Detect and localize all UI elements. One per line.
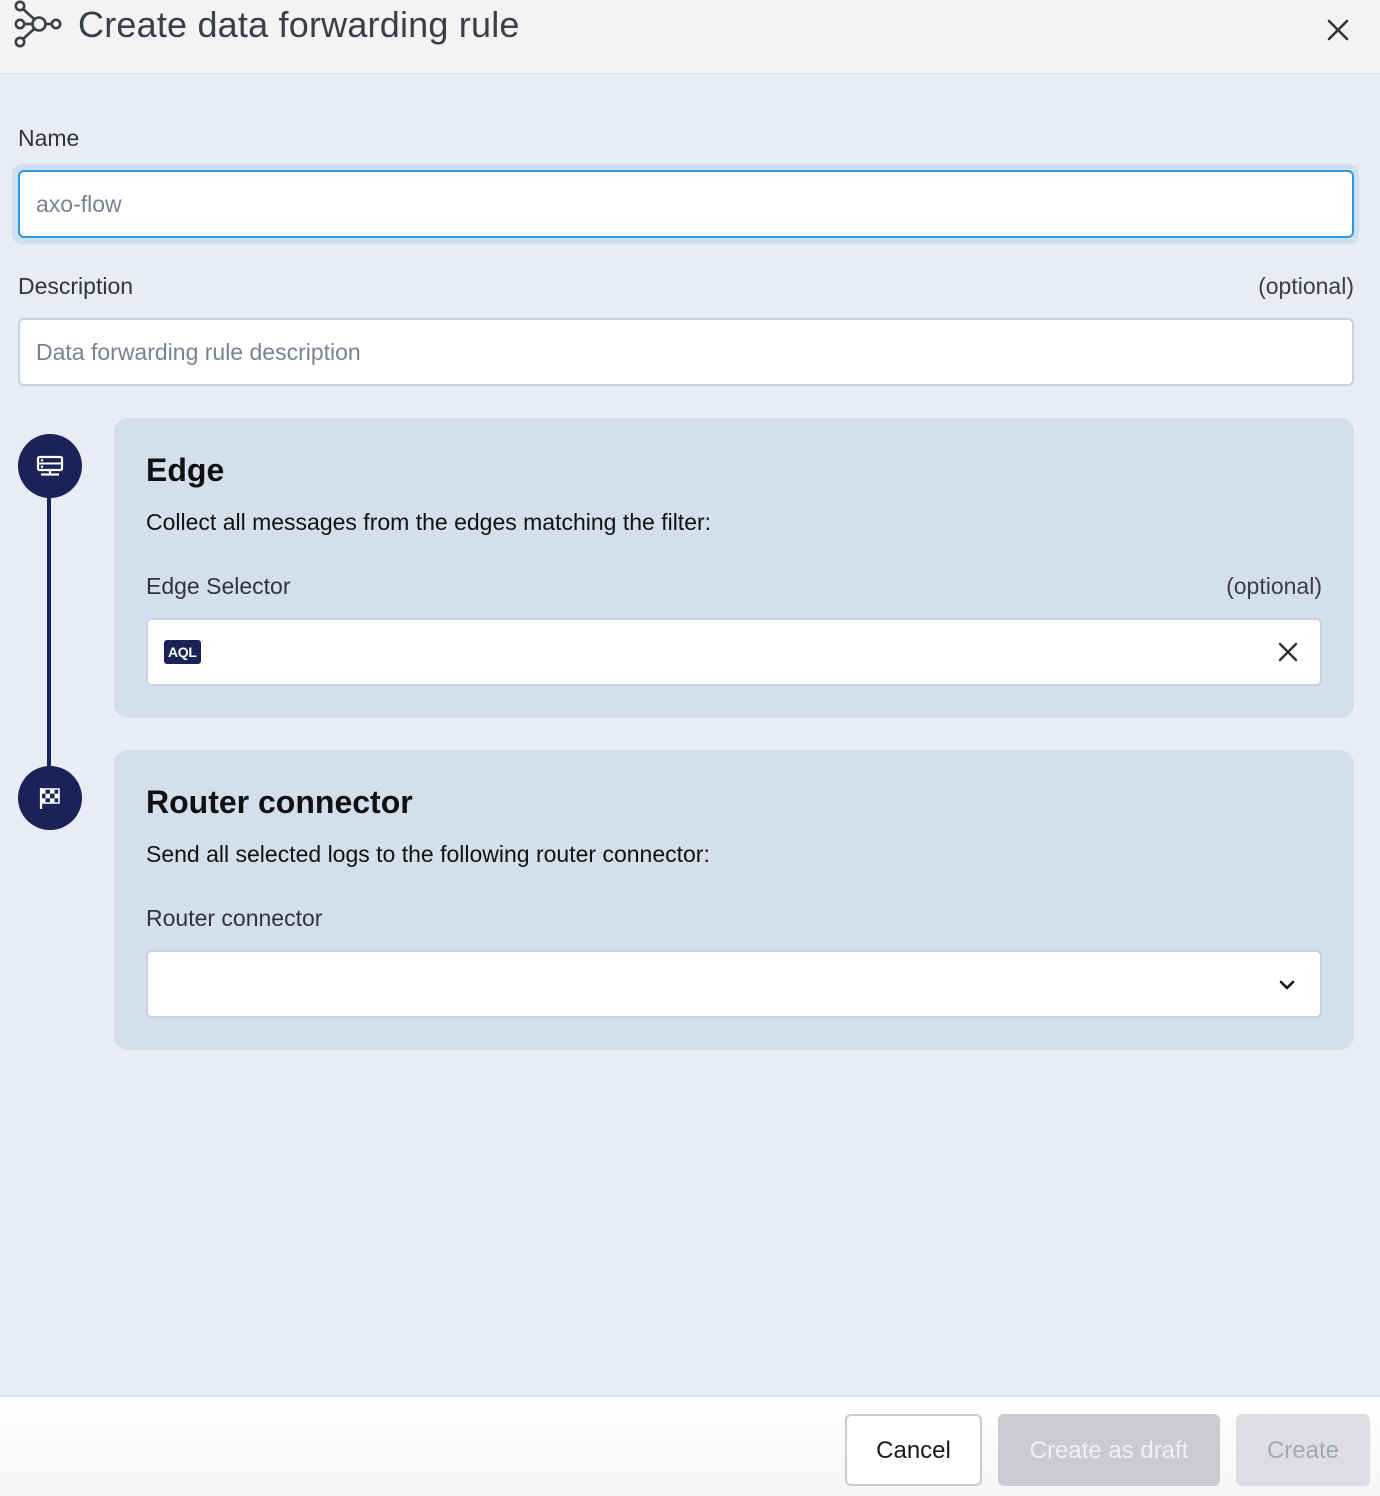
description-label: Description <box>18 273 134 299</box>
edge-step-card: Edge Collect all messages from the edges… <box>114 418 1354 718</box>
name-label: Name <box>18 125 80 151</box>
router-step-marker <box>18 766 82 830</box>
create-as-draft-button[interactable]: Create as draft <box>998 1414 1220 1486</box>
description-input[interactable] <box>18 318 1354 386</box>
aql-badge: AQL <box>164 640 201 664</box>
checkered-flag-icon <box>39 788 60 809</box>
router-step-title: Router connector <box>146 784 413 820</box>
router-step-description: Send all selected logs to the following … <box>146 841 710 867</box>
edge-selector-optional-label: (optional) <box>1226 573 1322 599</box>
description-optional-label: (optional) <box>1258 273 1354 299</box>
steps-timeline <box>47 470 51 800</box>
flow-nodes-icon <box>14 0 62 48</box>
name-input[interactable] <box>18 170 1354 238</box>
router-connector-label: Router connector <box>146 905 323 931</box>
clear-icon[interactable] <box>1276 640 1300 664</box>
cancel-button[interactable]: Cancel <box>845 1414 982 1486</box>
edge-selector-input[interactable]: AQL <box>146 618 1322 686</box>
edge-step-title: Edge <box>146 452 225 488</box>
dialog-title: Create data forwarding rule <box>78 4 520 45</box>
edge-server-icon <box>36 455 64 476</box>
close-icon[interactable] <box>1324 16 1352 44</box>
router-step-card: Router connector Send all selected logs … <box>114 750 1354 1050</box>
edge-step-description: Collect all messages from the edges matc… <box>146 509 712 535</box>
create-button[interactable]: Create <box>1236 1414 1370 1486</box>
dialog-header: Create data forwarding rule <box>0 0 1380 74</box>
dialog-footer: Cancel Create as draft Create <box>0 1395 1380 1496</box>
router-connector-select[interactable] <box>146 950 1322 1018</box>
edge-step-marker <box>18 434 82 498</box>
chevron-down-icon[interactable] <box>1276 974 1298 996</box>
edge-selector-label: Edge Selector <box>146 573 291 599</box>
